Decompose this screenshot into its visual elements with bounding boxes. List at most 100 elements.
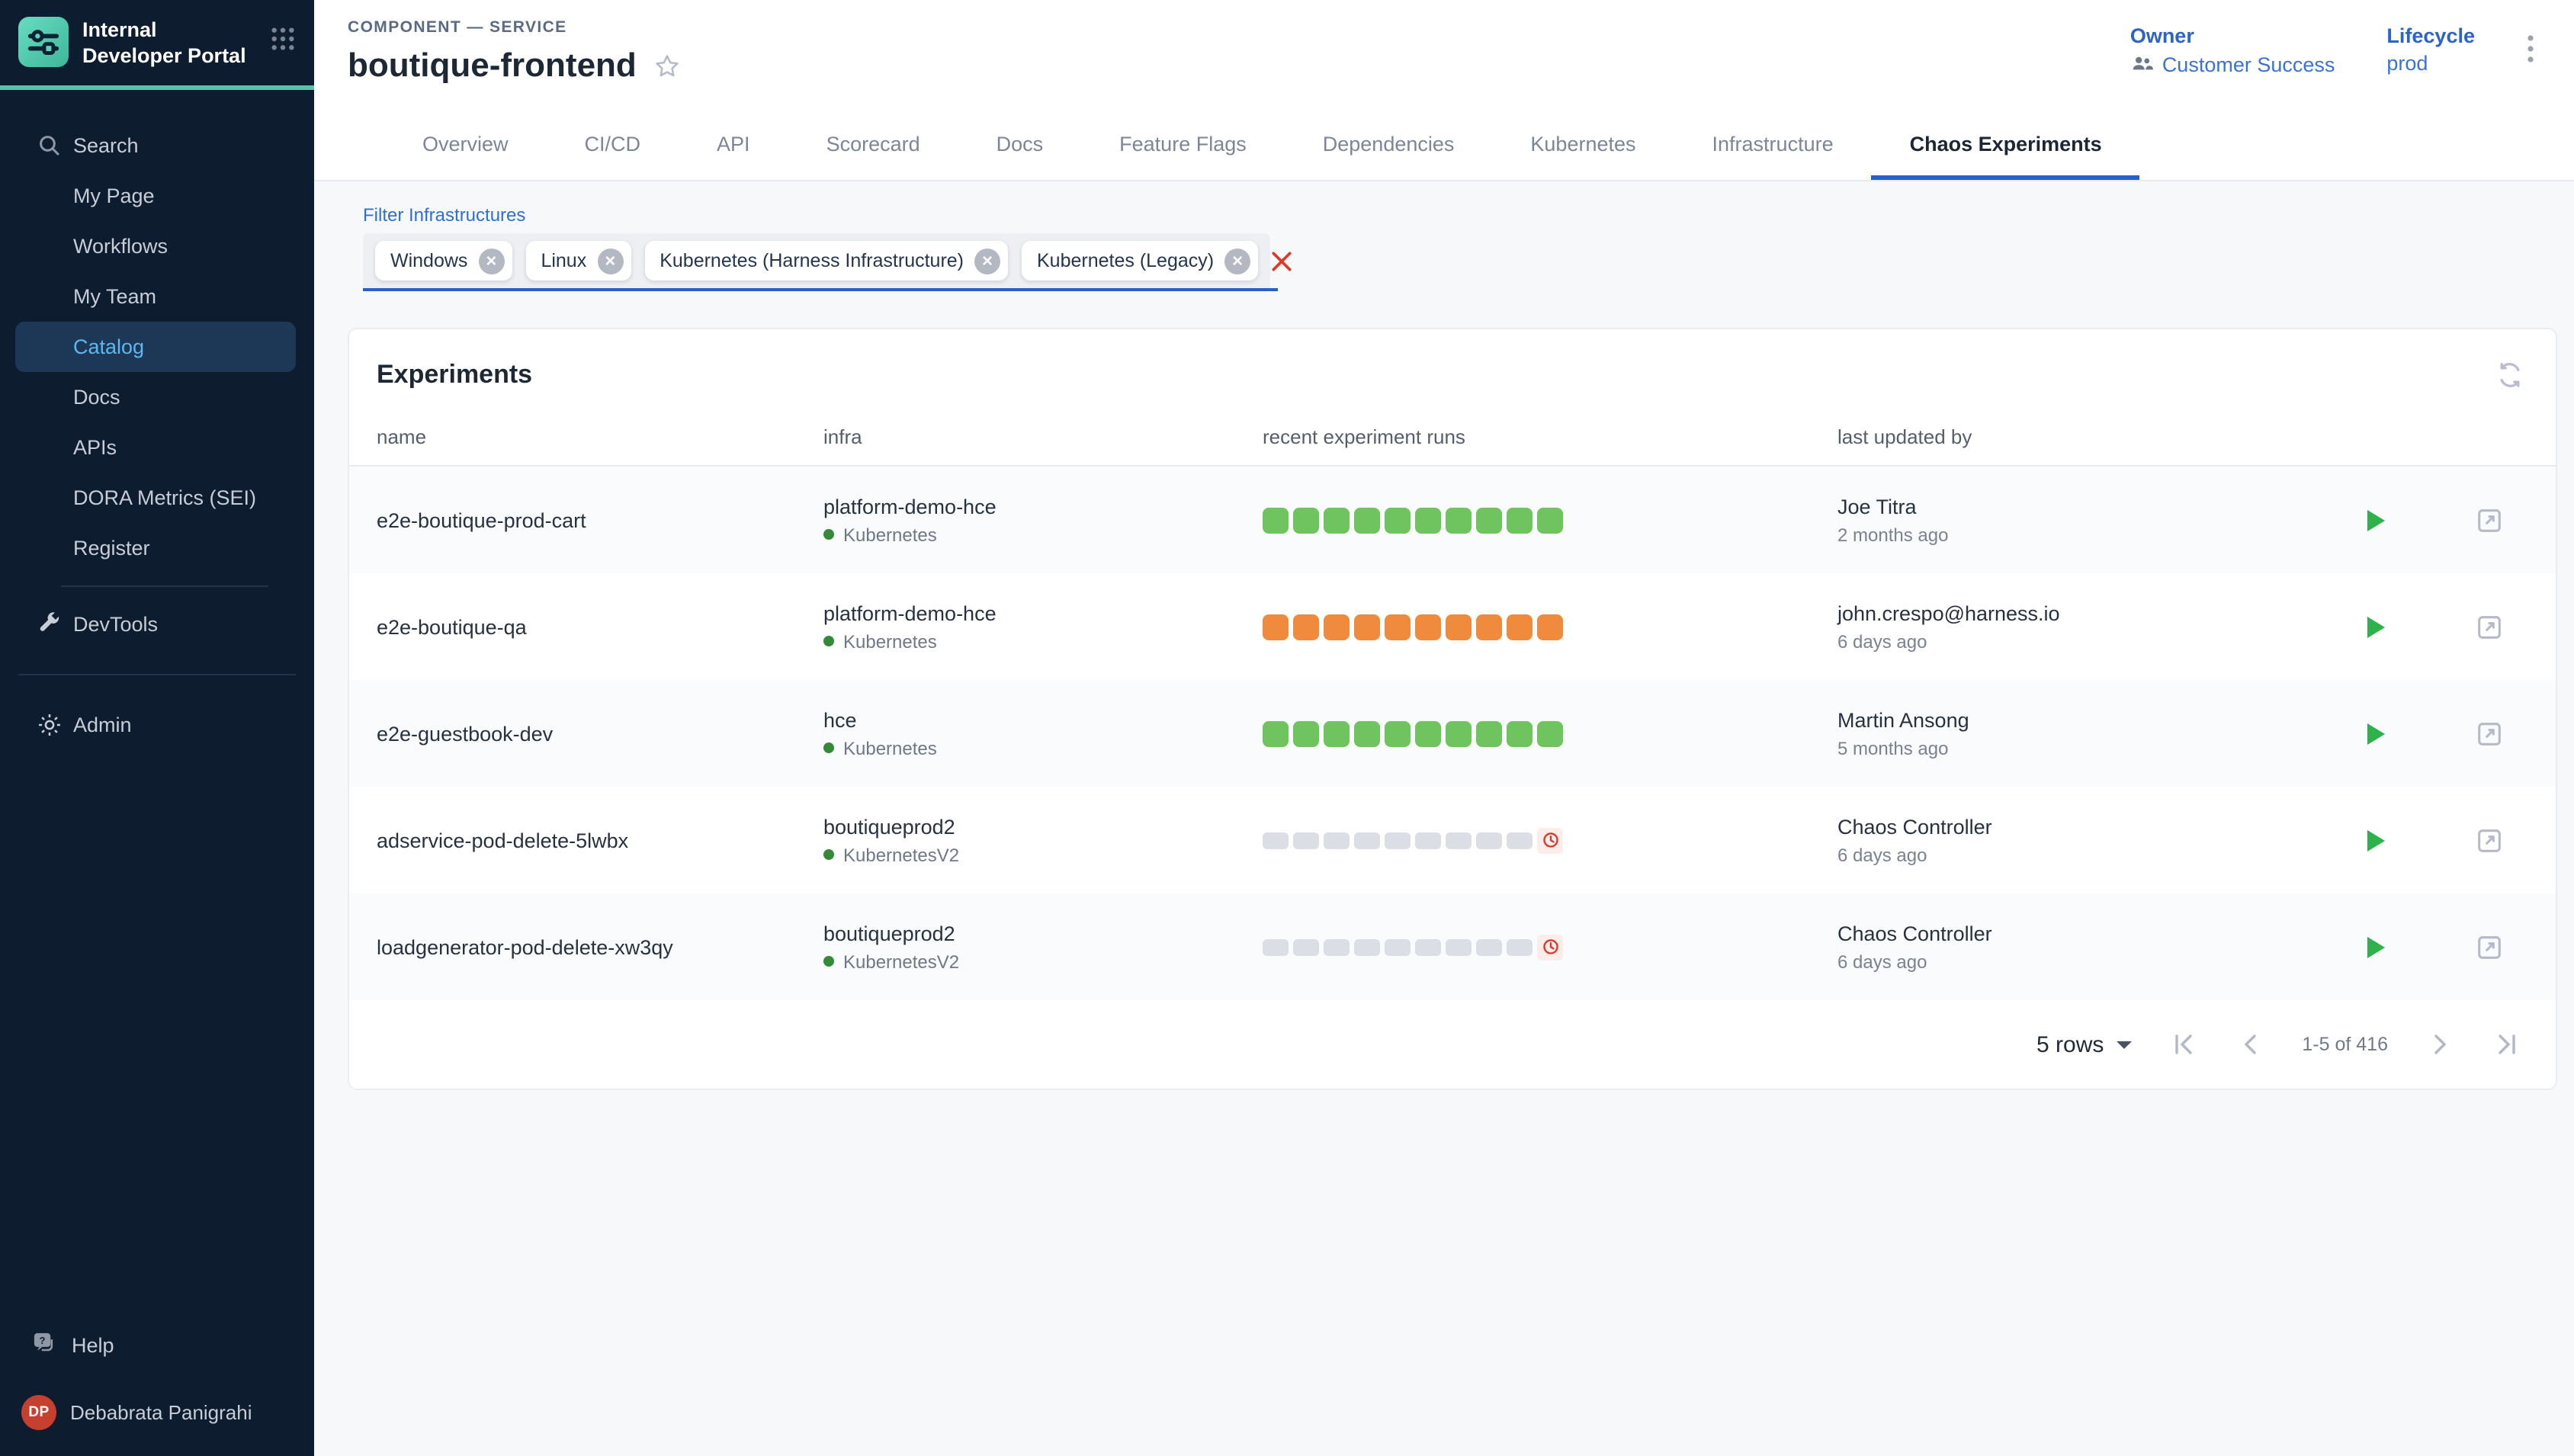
run-indicator-passed[interactable] — [1537, 507, 1563, 533]
run-indicator-passed[interactable] — [1507, 507, 1533, 533]
refresh-icon[interactable] — [2495, 360, 2525, 390]
external-link-icon[interactable] — [2475, 719, 2504, 748]
infrastructure-filter-input[interactable]: Windows × Linux × Kubernetes (Harness In… — [363, 233, 1278, 291]
sidebar-item-my-team[interactable]: My Team — [15, 271, 296, 322]
run-indicator-passed[interactable] — [1293, 720, 1319, 746]
run-indicator-not_run[interactable] — [1293, 938, 1319, 955]
play-icon[interactable] — [2367, 615, 2386, 638]
run-indicator-passed[interactable] — [1324, 507, 1350, 533]
chip-remove-icon[interactable]: × — [478, 248, 504, 274]
clear-filter-icon[interactable] — [1270, 233, 1293, 288]
run-indicator-passed[interactable] — [1385, 720, 1411, 746]
run-indicator-passed[interactable] — [1354, 507, 1380, 533]
sidebar-item-workflows[interactable]: Workflows — [15, 221, 296, 271]
sidebar-item-catalog[interactable]: Catalog — [15, 322, 296, 372]
star-icon[interactable] — [653, 51, 682, 80]
sidebar-item-search[interactable]: Search — [15, 120, 296, 171]
last-page-icon[interactable] — [2492, 1029, 2522, 1060]
tab-infrastructure[interactable]: Infrastructure — [1674, 110, 1872, 180]
run-indicator-failed[interactable] — [1324, 614, 1350, 640]
run-indicator-failed[interactable] — [1476, 614, 1502, 640]
run-indicator-passed[interactable] — [1415, 720, 1441, 746]
chip-remove-icon[interactable]: × — [1224, 248, 1250, 274]
run-indicator-passed[interactable] — [1446, 507, 1472, 533]
sidebar-item-devtools[interactable]: DevTools — [15, 599, 296, 649]
run-indicator-not_run[interactable] — [1415, 938, 1441, 955]
run-indicator-failed[interactable] — [1385, 614, 1411, 640]
sidebar-item-apis[interactable]: APIs — [15, 422, 296, 473]
tab-chaos-experiments[interactable]: Chaos Experiments — [1872, 110, 2140, 180]
prev-page-icon[interactable] — [2235, 1029, 2265, 1060]
run-indicator-passed[interactable] — [1354, 720, 1380, 746]
tab-api[interactable]: API — [679, 110, 788, 180]
tab-dependencies[interactable]: Dependencies — [1285, 110, 1493, 180]
run-indicator-passed[interactable] — [1324, 720, 1350, 746]
tab-overview[interactable]: Overview — [384, 110, 547, 180]
app-switcher-icon[interactable] — [270, 17, 296, 59]
run-indicator-not_run[interactable] — [1446, 938, 1472, 955]
sidebar-item-my-page[interactable]: My Page — [15, 171, 296, 221]
external-link-icon[interactable] — [2475, 932, 2504, 961]
run-indicator-not_run[interactable] — [1263, 938, 1289, 955]
run-indicator-passed[interactable] — [1476, 507, 1502, 533]
tab-feature-flags[interactable]: Feature Flags — [1081, 110, 1285, 180]
help-button[interactable]: ? Help — [0, 1322, 314, 1368]
run-indicator-not_run[interactable] — [1324, 832, 1350, 848]
run-indicator-not_run[interactable] — [1324, 938, 1350, 955]
run-indicator-not_run[interactable] — [1293, 832, 1319, 848]
sidebar-item-docs[interactable]: Docs — [15, 372, 296, 422]
kebab-menu-icon[interactable] — [2527, 24, 2534, 72]
chip-remove-icon[interactable]: × — [974, 248, 1000, 274]
filter-chipbox[interactable]: Windows × Linux × Kubernetes (Harness In… — [363, 233, 1270, 288]
rows-per-page-select[interactable]: 5 rows — [2036, 1031, 2131, 1057]
run-indicator-not_run[interactable] — [1476, 938, 1502, 955]
run-indicator-failed[interactable] — [1446, 614, 1472, 640]
play-icon[interactable] — [2367, 829, 2386, 851]
next-page-icon[interactable] — [2425, 1029, 2455, 1060]
external-link-icon[interactable] — [2475, 612, 2504, 641]
run-indicator-not_run[interactable] — [1385, 938, 1411, 955]
chip-remove-icon[interactable]: × — [597, 248, 623, 274]
run-indicator-passed[interactable] — [1537, 720, 1563, 746]
run-indicator-not_run[interactable] — [1354, 832, 1380, 848]
run-indicator-not_run[interactable] — [1385, 832, 1411, 848]
run-indicator-not_run[interactable] — [1507, 832, 1533, 848]
run-indicator-failed[interactable] — [1263, 614, 1289, 640]
run-indicator-passed[interactable] — [1385, 507, 1411, 533]
external-link-icon[interactable] — [2475, 826, 2504, 855]
play-icon[interactable] — [2367, 508, 2386, 531]
sidebar-item-dora-metrics[interactable]: DORA Metrics (SEI) — [15, 473, 296, 523]
external-link-icon[interactable] — [2475, 505, 2504, 534]
run-indicator-passed[interactable] — [1476, 720, 1502, 746]
run-indicator-passed[interactable] — [1507, 720, 1533, 746]
run-indicator-failed[interactable] — [1537, 614, 1563, 640]
tab-scorecard[interactable]: Scorecard — [788, 110, 958, 180]
sidebar-item-register[interactable]: Register — [15, 523, 296, 573]
run-indicator-not_run[interactable] — [1446, 832, 1472, 848]
run-indicator-not_run[interactable] — [1507, 938, 1533, 955]
harness-idp-logo[interactable] — [18, 17, 69, 67]
first-page-icon[interactable] — [2168, 1029, 2198, 1060]
tab-docs[interactable]: Docs — [958, 110, 1082, 180]
run-indicator-passed[interactable] — [1293, 507, 1319, 533]
play-icon[interactable] — [2367, 935, 2386, 958]
run-indicator-failed[interactable] — [1507, 614, 1533, 640]
run-indicator-failed[interactable] — [1415, 614, 1441, 640]
run-indicator-not_run[interactable] — [1476, 832, 1502, 848]
run-indicator-passed[interactable] — [1446, 720, 1472, 746]
user-menu[interactable]: DP Debabrata Panigrahi — [0, 1389, 314, 1435]
run-indicator-passed[interactable] — [1263, 720, 1289, 746]
run-indicator-not_run[interactable] — [1354, 938, 1380, 955]
run-indicator-passed[interactable] — [1263, 507, 1289, 533]
table-row: e2e-boutique-prod-cart platform-demo-hce… — [349, 467, 2556, 573]
play-icon[interactable] — [2367, 722, 2386, 745]
tab-kubernetes[interactable]: Kubernetes — [1492, 110, 1674, 180]
run-indicator-not_run[interactable] — [1415, 832, 1441, 848]
run-indicator-passed[interactable] — [1415, 507, 1441, 533]
run-indicator-failed[interactable] — [1293, 614, 1319, 640]
sidebar-item-admin[interactable]: Admin — [15, 700, 296, 750]
owner-link[interactable]: Customer Success — [2130, 52, 2335, 76]
tab-cicd[interactable]: CI/CD — [547, 110, 679, 180]
run-indicator-failed[interactable] — [1354, 614, 1380, 640]
run-indicator-not_run[interactable] — [1263, 832, 1289, 848]
